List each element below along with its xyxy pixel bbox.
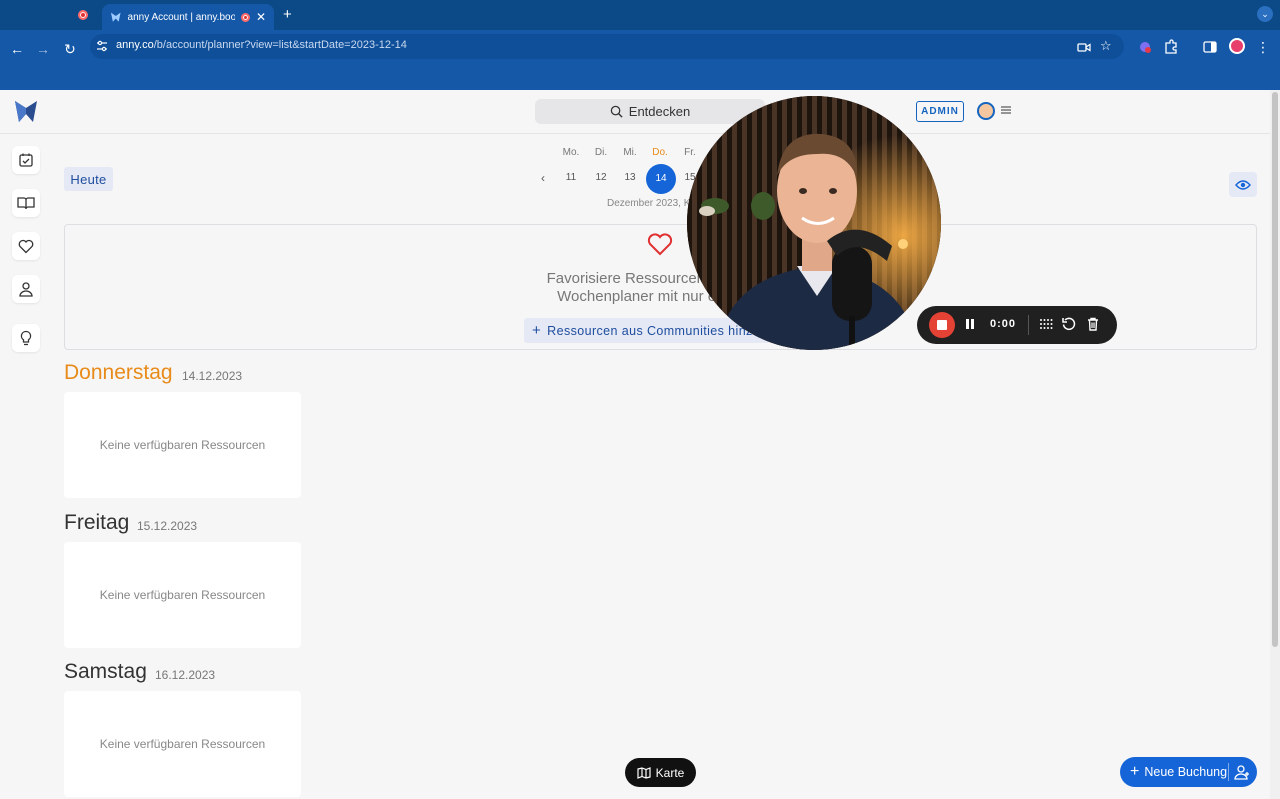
stop-recording-button[interactable] bbox=[929, 312, 955, 338]
browser-tab-active[interactable]: anny Account | anny.book ✕ bbox=[102, 4, 274, 30]
date-cell[interactable]: 12 bbox=[589, 172, 613, 183]
recording-tab[interactable] bbox=[68, 5, 98, 25]
tab-search-button[interactable]: ⌄ bbox=[1257, 6, 1273, 22]
map-button[interactable]: Karte bbox=[625, 758, 696, 787]
search-icon bbox=[610, 105, 623, 118]
user-icon bbox=[19, 282, 33, 297]
map-icon bbox=[637, 766, 651, 779]
book-open-icon bbox=[17, 197, 35, 210]
date-cell-selected[interactable]: 14 bbox=[646, 164, 676, 194]
site-settings-icon[interactable] bbox=[96, 40, 108, 52]
webcam-bubble[interactable] bbox=[687, 96, 941, 350]
tab-title: anny Account | anny.book bbox=[127, 11, 236, 23]
scrollbar-thumb[interactable] bbox=[1272, 92, 1278, 647]
discover-search[interactable]: Entdecken bbox=[535, 99, 765, 124]
new-tab-button[interactable]: + bbox=[283, 7, 292, 22]
month-week-label: Dezember 2023, K bbox=[607, 198, 691, 209]
pause-icon[interactable] bbox=[962, 316, 978, 332]
heart-icon bbox=[647, 233, 673, 256]
day-title: Freitag bbox=[64, 511, 130, 534]
extensions-puzzle-icon[interactable] bbox=[1163, 39, 1179, 55]
lightbulb-icon bbox=[20, 330, 32, 346]
browser-toolbar: ← → ↻ anny.co/b/account/planner?view=lis… bbox=[0, 30, 1280, 90]
day-resources-card: Keine verfügbaren Ressourcen bbox=[64, 392, 301, 498]
recording-timer: 0:00 bbox=[990, 318, 1017, 330]
drag-handle-icon[interactable] bbox=[1038, 316, 1054, 332]
restart-icon[interactable] bbox=[1061, 316, 1077, 332]
tab-recording-icon bbox=[241, 12, 250, 22]
weekday-label: Mo. bbox=[562, 147, 580, 158]
day-date: 15.12.2023 bbox=[137, 519, 198, 533]
reload-button[interactable]: ↻ bbox=[61, 40, 79, 58]
webcam-presenter-image bbox=[687, 96, 941, 350]
day-resources-card: Keine verfügbaren Ressourcen bbox=[64, 542, 301, 648]
sidebar-ideas[interactable] bbox=[12, 324, 40, 352]
button-divider bbox=[1228, 763, 1229, 781]
trash-icon[interactable] bbox=[1085, 316, 1101, 332]
user-avatar[interactable] bbox=[977, 102, 995, 120]
weekday-label-today: Do. bbox=[652, 147, 668, 158]
back-button[interactable]: ← bbox=[8, 40, 26, 58]
camera-icon[interactable] bbox=[1076, 39, 1092, 55]
eye-icon bbox=[1235, 179, 1251, 190]
weekday-label: Mi. bbox=[623, 147, 637, 158]
browser-tab-bar: anny Account | anny.book ✕ + ⌄ bbox=[0, 0, 1280, 30]
url-text: anny.co/b/account/planner?view=list&star… bbox=[116, 39, 407, 51]
close-tab-icon[interactable]: ✕ bbox=[256, 10, 266, 24]
recorder-divider bbox=[1028, 315, 1029, 335]
discover-label: Entdecken bbox=[628, 104, 691, 119]
day-date: 14.12.2023 bbox=[182, 369, 243, 383]
sidebar-bookings[interactable] bbox=[12, 189, 40, 217]
stop-icon bbox=[937, 320, 947, 330]
forward-button[interactable]: → bbox=[34, 40, 52, 58]
weekday-label: Di. bbox=[594, 147, 608, 158]
profile-avatar[interactable] bbox=[1229, 38, 1245, 54]
weekday-label: Fr. bbox=[684, 147, 696, 158]
anny-favicon-icon bbox=[110, 12, 121, 22]
plus-icon: + bbox=[532, 322, 542, 339]
day-title: Donnerstag bbox=[64, 361, 173, 384]
hamburger-menu-icon[interactable] bbox=[1000, 104, 1012, 116]
day-date: 16.12.2023 bbox=[155, 668, 216, 682]
day-resources-card: Keine verfügbaren Ressourcen bbox=[64, 691, 301, 797]
add-resources-button[interactable]: + Ressourcen aus Communities hinzu bbox=[524, 318, 770, 343]
calendar-check-icon bbox=[19, 153, 33, 167]
sidebar-account[interactable] bbox=[12, 275, 40, 303]
previous-week-icon[interactable]: ‹ bbox=[541, 171, 545, 185]
address-bar[interactable]: anny.co/b/account/planner?view=list&star… bbox=[90, 34, 1124, 59]
date-cell[interactable]: 13 bbox=[618, 172, 642, 183]
bookmark-star-icon[interactable]: ☆ bbox=[1100, 38, 1112, 54]
user-plus-icon[interactable] bbox=[1234, 764, 1250, 780]
today-button[interactable]: Heute bbox=[64, 167, 113, 191]
day-title: Samstag bbox=[64, 660, 147, 683]
recording-icon bbox=[78, 10, 88, 20]
visibility-toggle[interactable] bbox=[1229, 172, 1257, 197]
date-cell[interactable]: 11 bbox=[559, 172, 583, 183]
extension-icon[interactable] bbox=[1137, 39, 1153, 55]
sidebar-planner[interactable] bbox=[12, 146, 40, 174]
heart-icon bbox=[18, 239, 34, 253]
sidebar-favorites[interactable] bbox=[12, 232, 40, 260]
side-panel-icon[interactable] bbox=[1202, 39, 1218, 55]
admin-badge[interactable]: ADMIN bbox=[916, 101, 964, 122]
browser-menu-icon[interactable]: ⋮ bbox=[1255, 39, 1271, 55]
anny-logo-icon[interactable] bbox=[14, 99, 38, 123]
plus-icon: + bbox=[1130, 763, 1140, 780]
